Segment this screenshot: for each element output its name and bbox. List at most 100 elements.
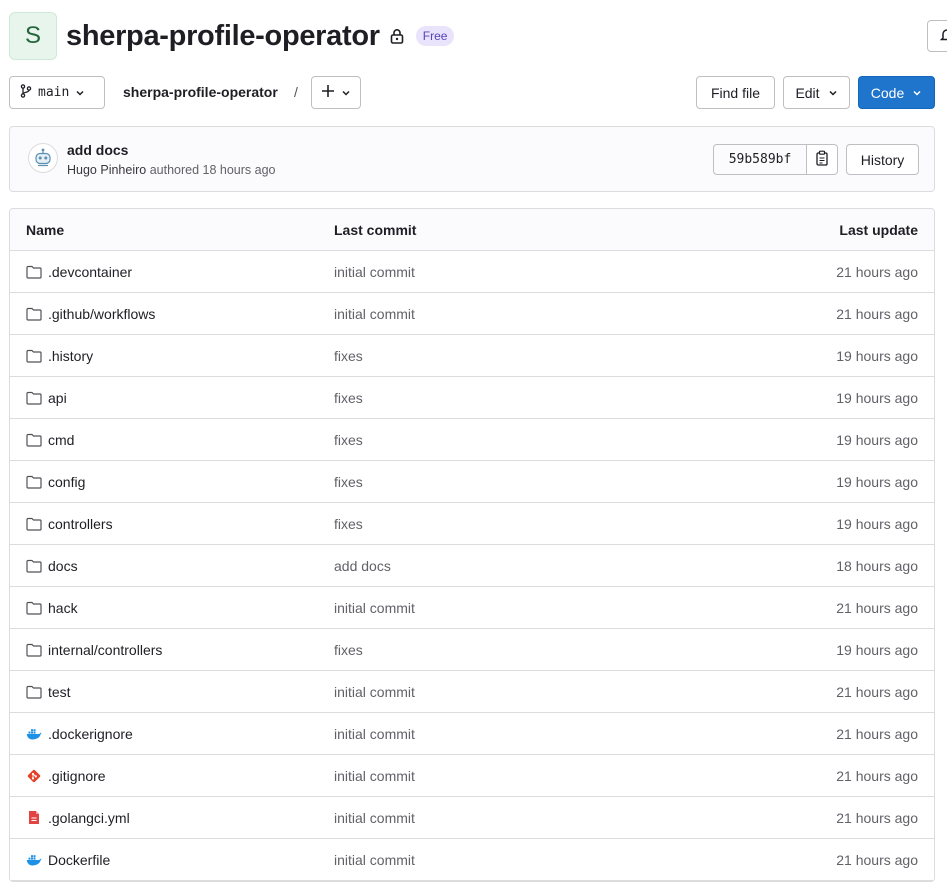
chevron-down-icon: [75, 85, 85, 101]
file-name-cell: cmd: [10, 432, 334, 448]
file-name-link[interactable]: test: [48, 684, 71, 700]
file-name-link[interactable]: hack: [48, 600, 78, 616]
edit-dropdown-button[interactable]: Edit: [783, 76, 850, 109]
last-commit-link[interactable]: add docs: [334, 558, 714, 574]
chevron-down-icon: [912, 85, 922, 101]
visibility-badge: Free: [415, 26, 455, 46]
last-commit-link[interactable]: fixes: [334, 348, 714, 364]
last-update-time: 19 hours ago: [836, 347, 918, 364]
file-name-link[interactable]: controllers: [48, 516, 113, 532]
last-commit-link[interactable]: fixes: [334, 516, 714, 532]
last-update-time: 21 hours ago: [836, 305, 918, 322]
file-name-cell: .golangci.yml: [10, 810, 334, 826]
notification-button[interactable]: [927, 20, 947, 52]
branch-selector[interactable]: main: [9, 76, 105, 109]
history-button[interactable]: History: [846, 144, 919, 175]
last-commit-link[interactable]: fixes: [334, 390, 714, 406]
last-commit-link[interactable]: fixes: [334, 474, 714, 490]
bell-icon: [939, 27, 947, 46]
table-row[interactable]: .golangci.yml initial commit 21 hours ago: [10, 797, 934, 839]
last-commit-panel: add docs Hugo Pinheiro authored 18 hours…: [9, 126, 935, 192]
file-name-link[interactable]: cmd: [48, 432, 74, 448]
file-name-cell: .dockerignore: [10, 726, 334, 742]
plus-icon: [321, 84, 335, 101]
docker-icon: [26, 726, 42, 742]
table-row[interactable]: .dockerignore initial commit 21 hours ago: [10, 713, 934, 755]
code-dropdown-button[interactable]: Code: [858, 76, 935, 109]
last-update-time: 21 hours ago: [836, 263, 918, 280]
table-row[interactable]: controllers fixes 19 hours ago: [10, 503, 934, 545]
project-avatar[interactable]: S: [9, 12, 57, 60]
table-row[interactable]: .github/workflows initial commit 21 hours …: [10, 293, 934, 335]
commit-message-link[interactable]: add docs: [67, 142, 128, 158]
project-title: sherpa-profile-operator: [66, 19, 380, 52]
last-commit-link[interactable]: initial commit: [334, 600, 714, 616]
table-row[interactable]: .devcontainer initial commit 21 hours ago: [10, 251, 934, 293]
file-name-link[interactable]: .golangci.yml: [48, 810, 130, 826]
last-update-time: 19 hours ago: [836, 641, 918, 658]
last-update-time: 21 hours ago: [836, 683, 918, 700]
last-commit-link[interactable]: fixes: [334, 642, 714, 658]
last-update-time: 21 hours ago: [836, 809, 918, 826]
table-row[interactable]: hack initial commit 21 hours ago: [10, 587, 934, 629]
file-name-link[interactable]: .devcontainer: [48, 264, 132, 280]
file-name-link[interactable]: config: [48, 474, 85, 490]
last-commit-link[interactable]: initial commit: [334, 264, 714, 280]
add-dropdown-button[interactable]: [311, 76, 361, 109]
last-commit-link[interactable]: initial commit: [334, 726, 714, 742]
last-commit-link[interactable]: initial commit: [334, 306, 714, 322]
file-name-link[interactable]: .history: [48, 348, 93, 364]
commit-sha-group: 59b589bf: [713, 144, 838, 175]
chevron-down-icon: [341, 85, 351, 101]
file-name-link[interactable]: docs: [48, 558, 78, 574]
last-update-time: 21 hours ago: [836, 599, 918, 616]
folder-icon: [26, 348, 42, 364]
breadcrumb-project[interactable]: sherpa-profile-operator: [123, 84, 278, 100]
file-name-cell: Dockerfile: [10, 852, 334, 868]
table-row[interactable]: test initial commit 21 hours ago: [10, 671, 934, 713]
folder-icon: [26, 558, 42, 574]
folder-icon: [26, 264, 42, 280]
chevron-down-icon: [828, 85, 838, 101]
commit-sha[interactable]: 59b589bf: [713, 144, 807, 175]
table-row[interactable]: docs add docs 18 hours ago: [10, 545, 934, 587]
last-update-time: 21 hours ago: [836, 725, 918, 742]
copy-sha-button[interactable]: [807, 144, 838, 175]
find-file-button[interactable]: Find file: [696, 76, 775, 109]
last-commit-link[interactable]: initial commit: [334, 768, 714, 784]
header-last-commit: Last commit: [334, 221, 417, 238]
file-name-link[interactable]: .gitignore: [48, 768, 106, 784]
file-name-cell: .history: [10, 348, 334, 364]
table-row[interactable]: .gitignore initial commit 21 hours ago: [10, 755, 934, 797]
folder-icon: [26, 600, 42, 616]
last-commit-link[interactable]: initial commit: [334, 684, 714, 700]
table-row[interactable]: Dockerfile initial commit 21 hours ago: [10, 839, 934, 881]
file-name-link[interactable]: api: [48, 390, 67, 406]
author-avatar[interactable]: [28, 143, 58, 173]
table-row[interactable]: api fixes 19 hours ago: [10, 377, 934, 419]
file-name-cell: .github/workflows: [10, 306, 334, 322]
branch-icon: [20, 84, 32, 101]
file-name-cell: .gitignore: [10, 768, 334, 784]
last-update-time: 19 hours ago: [836, 515, 918, 532]
file-name-link[interactable]: .dockerignore: [48, 726, 133, 742]
table-row[interactable]: config fixes 19 hours ago: [10, 461, 934, 503]
file-name-cell: controllers: [10, 516, 334, 532]
file-name-link[interactable]: Dockerfile: [48, 852, 110, 868]
copy-icon: [815, 150, 829, 169]
file-name-cell: api: [10, 390, 334, 406]
table-row[interactable]: .history fixes 19 hours ago: [10, 335, 934, 377]
project-header: S sherpa-profile-operator Free: [9, 12, 455, 60]
last-commit-link[interactable]: initial commit: [334, 810, 714, 826]
last-commit-link[interactable]: fixes: [334, 432, 714, 448]
branch-name: main: [38, 85, 70, 100]
file-name-link[interactable]: internal/controllers: [48, 642, 162, 658]
table-body: .devcontainer initial commit 21 hours ago.…: [10, 251, 934, 881]
file-name-link[interactable]: .github/workflows: [48, 306, 155, 322]
last-update-time: 21 hours ago: [836, 851, 918, 868]
table-row[interactable]: internal/controllers fixes 19 hours ago: [10, 629, 934, 671]
table-row[interactable]: cmd fixes 19 hours ago: [10, 419, 934, 461]
commit-author-link[interactable]: Hugo Pinheiro: [67, 163, 146, 177]
last-commit-link[interactable]: initial commit: [334, 852, 714, 868]
folder-icon: [26, 390, 42, 406]
